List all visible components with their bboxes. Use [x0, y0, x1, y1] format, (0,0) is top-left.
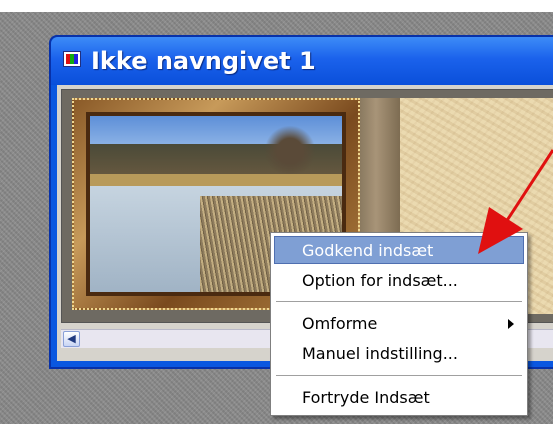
arrow-head — [478, 207, 523, 254]
red-pointer-arrow-icon — [478, 149, 553, 254]
arrow-shaft — [504, 149, 553, 223]
